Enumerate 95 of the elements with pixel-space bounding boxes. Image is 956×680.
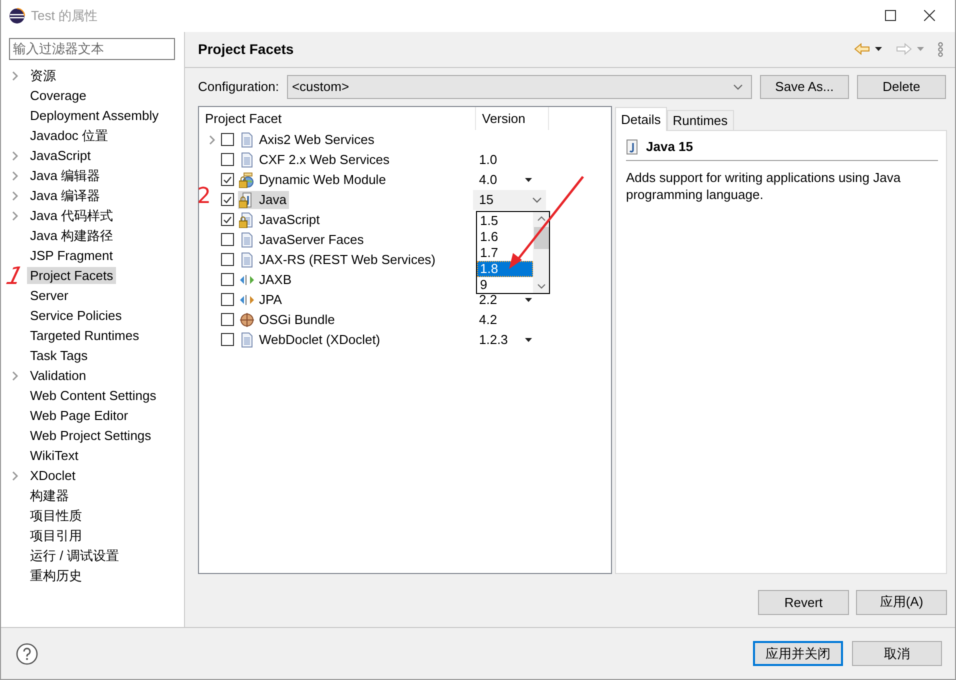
tree-item[interactable]: Server (27, 287, 72, 304)
checkbox[interactable] (221, 233, 234, 246)
checkbox[interactable] (221, 213, 234, 226)
page-title: Project Facets (198, 41, 295, 58)
version-option[interactable]: 1.8 (477, 260, 533, 277)
dialog-button[interactable]: 应用并关闭 (753, 641, 843, 666)
tree-item[interactable]: 重构历史 (27, 566, 85, 586)
checkbox[interactable] (221, 333, 234, 346)
configuration-label: Configuration: (198, 79, 279, 94)
facet-item[interactable]: CXF 2.x Web Services (238, 150, 393, 169)
details-description: Adds support for writing applications using Java programming language. (626, 168, 902, 203)
scrollbar[interactable] (533, 212, 549, 293)
dropdown-arrow-icon (917, 47, 924, 52)
filter-field[interactable]: 输入过滤器文本 (9, 38, 175, 60)
scroll-up-icon (536, 216, 546, 221)
facet-item[interactable]: Dynamic Web Module (238, 170, 389, 189)
tree-item[interactable]: Deployment Assembly (27, 107, 162, 124)
facet-item[interactable]: Axis2 Web Services (238, 130, 378, 149)
tree-item[interactable]: 项目引用 (27, 526, 85, 546)
tree-item[interactable]: Project Facets (27, 267, 116, 284)
more-menu-icon[interactable] (938, 42, 943, 57)
facet-item[interactable]: WebDoclet (XDoclet) (238, 330, 384, 349)
facet-item[interactable]: JAX-RS (REST Web Services) (238, 250, 439, 269)
version-dropdown[interactable]: 15 (473, 190, 546, 210)
facet-item[interactable]: JPA (238, 290, 285, 309)
config-button[interactable]: Delete (856, 74, 946, 99)
tree-item[interactable]: 项目性质 (27, 506, 85, 526)
window-title: Test 的属性 (31, 6, 98, 25)
tree-item[interactable]: JSP Fragment (27, 247, 116, 264)
check-icon (223, 176, 232, 184)
tree-item[interactable]: 资源 (27, 66, 59, 86)
version-option[interactable]: 9 (477, 276, 533, 293)
version-option[interactable]: 1.6 (477, 228, 533, 245)
facet-item[interactable]: Java (238, 190, 290, 209)
dropdown-arrow-icon (525, 178, 532, 182)
configuration-dropdown[interactable]: <custom> (286, 74, 752, 99)
tree-item[interactable]: Web Page Editor (27, 407, 132, 424)
checkbox[interactable] (221, 253, 234, 266)
dropdown-arrow-icon (525, 338, 532, 342)
page-button[interactable]: Revert (758, 590, 849, 615)
version-value: 1.0 (479, 152, 498, 167)
tree-item[interactable]: Java 编译器 (27, 186, 104, 206)
close-icon[interactable] (924, 10, 935, 22)
checkbox[interactable] (221, 293, 234, 306)
dropdown-arrow-icon (875, 47, 882, 52)
tree-item[interactable]: 运行 / 调试设置 (27, 546, 122, 566)
tree-item[interactable]: Java 构建路径 (27, 226, 116, 246)
dialog-button[interactable]: 取消 (852, 641, 942, 666)
tree-item[interactable]: Java 编辑器 (27, 166, 104, 186)
tree-item[interactable]: JavaScript (27, 147, 94, 164)
version-value: 4.2 (479, 312, 498, 327)
tree-item[interactable]: Service Policies (27, 307, 125, 324)
chevron-down-icon (532, 196, 542, 203)
tree-item[interactable]: Task Tags (27, 347, 91, 364)
checkbox[interactable] (221, 153, 234, 166)
details-title: Java 15 (646, 139, 693, 154)
facet-item[interactable]: JavaServer Faces (238, 230, 367, 249)
tab[interactable]: Runtimes (666, 110, 734, 130)
tree-item[interactable]: 构建器 (27, 486, 72, 506)
facet-item[interactable]: JavaScript (238, 210, 323, 229)
column-header[interactable]: Version (476, 110, 526, 126)
tree-item[interactable]: Javadoc 位置 (27, 126, 112, 146)
checkbox[interactable] (221, 173, 234, 186)
tab[interactable]: Details (615, 106, 667, 131)
checkbox[interactable] (221, 133, 234, 146)
tree-item[interactable]: Coverage (27, 87, 90, 104)
version-value[interactable]: 2.2 (479, 292, 498, 307)
dropdown-arrow-icon (525, 298, 532, 302)
version-value[interactable]: 4.0 (479, 172, 498, 187)
tree-item[interactable]: Web Project Settings (27, 427, 154, 444)
tree-item[interactable]: XDoclet (27, 467, 79, 484)
tree-item[interactable]: Java 代码样式 (27, 206, 116, 226)
version-option[interactable]: 1.7 (477, 244, 533, 261)
java-file-icon (626, 138, 638, 155)
tree-item[interactable]: Validation (27, 367, 90, 384)
app-logo-icon (9, 8, 25, 24)
help-icon[interactable] (16, 642, 38, 665)
version-option[interactable]: 1.5 (477, 212, 533, 229)
checkbox[interactable] (221, 193, 234, 206)
facet-item[interactable]: OSGi Bundle (238, 310, 338, 329)
scroll-down-icon (536, 284, 546, 289)
page-button[interactable]: 应用(A) (856, 590, 947, 615)
maximize-icon[interactable] (885, 10, 896, 22)
checkbox[interactable] (221, 313, 234, 326)
checkbox[interactable] (221, 273, 234, 286)
facet-item[interactable]: JAXB (238, 270, 295, 289)
tree-item[interactable]: WikiText (27, 447, 82, 464)
tree-item[interactable]: Targeted Runtimes (27, 327, 142, 344)
column-header[interactable]: Project Facet (199, 110, 282, 126)
tree-item[interactable]: Web Content Settings (27, 387, 160, 404)
check-icon (223, 216, 232, 224)
check-icon (223, 196, 232, 204)
version-value[interactable]: 1.2.3 (479, 332, 508, 347)
config-button[interactable]: Save As... (760, 74, 849, 99)
annotation-mark: 1 (4, 264, 26, 288)
